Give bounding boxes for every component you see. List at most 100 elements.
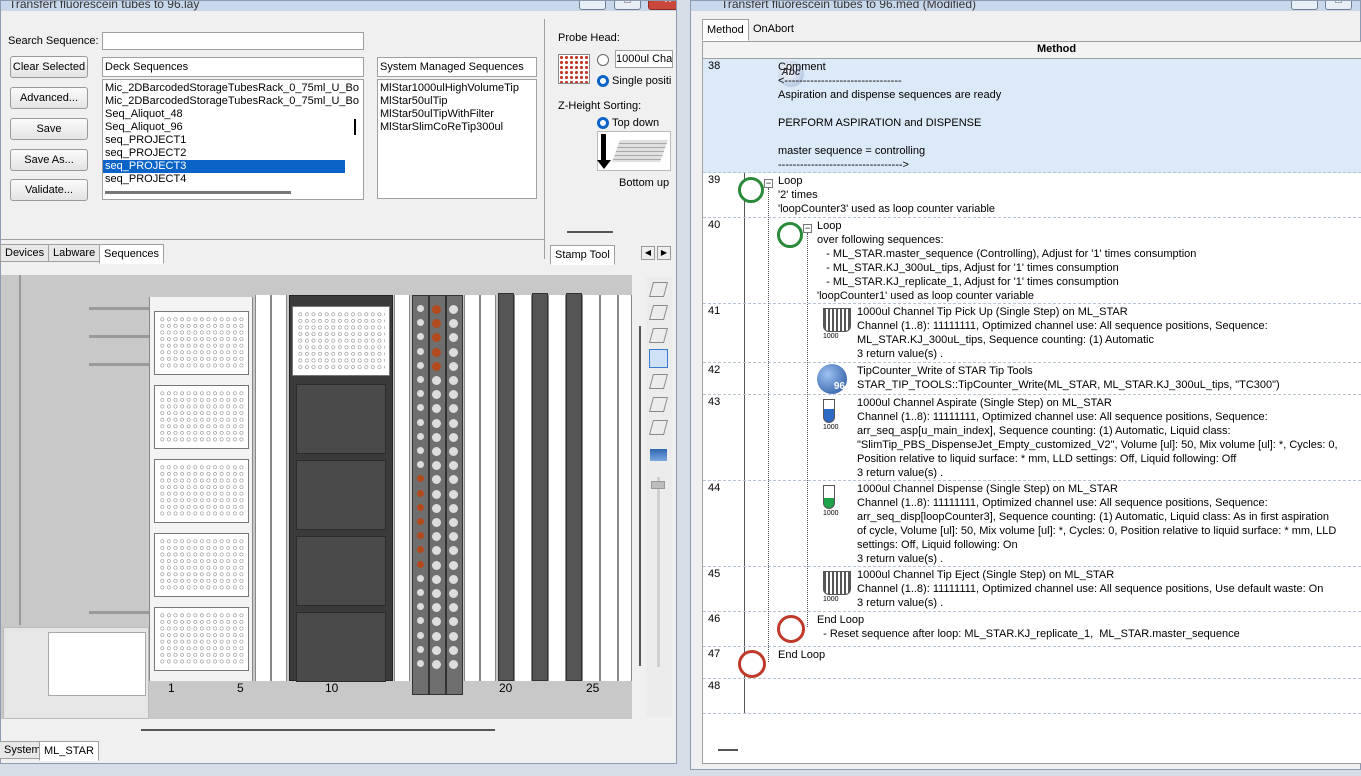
method-step-line: Aspiration and dispense sequences are re…	[778, 89, 1002, 101]
reagent-strip-2[interactable]	[532, 293, 548, 681]
clear-selected-button[interactable]: Clear Selected	[10, 56, 88, 78]
zoom-slider-thumb[interactable]	[651, 481, 665, 489]
deck-sequence-item[interactable]: seq_PROJECT3	[103, 160, 345, 173]
probe-radio-1[interactable]	[597, 54, 609, 66]
view-top-icon[interactable]	[649, 349, 668, 368]
tab-onabort[interactable]: OnAbort	[749, 21, 798, 39]
view-fit-icon[interactable]	[648, 420, 669, 435]
deck-sequence-item[interactable]: Mic_2DBarcodedStorageTubesRack_0_75ml_U_…	[103, 82, 363, 95]
plate-slot-4[interactable]	[154, 533, 249, 597]
method-step-row[interactable]: 46 End Loop - Reset sequence after loop: …	[703, 612, 1361, 647]
plate-slot-5[interactable]	[154, 607, 249, 671]
system-sequence-item[interactable]: MlStar50ulTip	[378, 95, 536, 108]
tip-rack-top	[292, 306, 390, 376]
deck-view[interactable]	[1, 275, 632, 719]
minimize-button[interactable]: —	[579, 1, 606, 10]
deck-list-vscroll[interactable]	[354, 119, 356, 135]
view-rotate-icon[interactable]	[648, 374, 669, 389]
tip-rack-slot-2[interactable]	[296, 384, 386, 454]
tube-icon	[417, 376, 424, 383]
layers-icon[interactable]	[650, 449, 667, 461]
reagent-strip-3[interactable]	[566, 293, 582, 681]
tip-eject-icon	[823, 571, 851, 595]
view-side-icon[interactable]	[648, 328, 669, 343]
method-step-row[interactable]: 39 Loop '2' times 'loopCounter3' used as lo…	[703, 173, 1361, 218]
deck-list-scrollbar[interactable]	[105, 191, 291, 194]
deck-scroll-bottom[interactable]	[141, 729, 495, 731]
probe-radio-2[interactable]	[597, 75, 609, 87]
maximize-button[interactable]: □	[614, 1, 641, 10]
layout-editor-window: Transfert fluorescein tubes to 96.lay — …	[0, 0, 677, 764]
tab-ml-star[interactable]: ML_STAR	[39, 741, 99, 761]
zheight-label: Z-Height Sorting:	[558, 100, 642, 112]
tube-icon	[417, 361, 424, 369]
deck-sequence-item[interactable]: seq_PROJECT1	[103, 134, 363, 147]
tab-method[interactable]: Method	[702, 19, 749, 41]
method-step-row[interactable]: 47 End Loop	[703, 647, 1361, 679]
zoom-slider-track[interactable]	[657, 477, 660, 667]
plate-slot-2[interactable]	[154, 385, 249, 449]
advanced-button[interactable]: Advanced...	[10, 87, 88, 109]
step-number: 45	[708, 568, 721, 580]
view-front-icon[interactable]	[648, 305, 669, 320]
plate-slot-3[interactable]	[154, 459, 249, 523]
method-step-row[interactable]: 40 Loop over following sequences: - ML_STA…	[703, 218, 1361, 304]
tube-icon	[432, 503, 441, 513]
tip-carrier[interactable]	[289, 295, 393, 682]
tab-scroll-right-icon[interactable]: ▶	[657, 246, 671, 260]
method-step-row[interactable]: 38 Abc Comment <---------------------------…	[703, 59, 1361, 173]
tab-sequences[interactable]: Sequences	[99, 244, 165, 264]
layout-window-titlebar: Transfert fluorescein tubes to 96.lay — …	[1, 1, 676, 11]
collapse-toggle-icon[interactable]: −	[803, 224, 812, 233]
tip-rack-slot-3[interactable]	[296, 460, 386, 530]
view-iso-icon[interactable]	[648, 282, 669, 297]
deck-sequences-list[interactable]: Mic_2DBarcodedStorageTubesRack_0_75ml_U_…	[102, 79, 364, 200]
method-minimize-button[interactable]: —	[1291, 1, 1318, 10]
method-step-row[interactable]: 44 1000 1000ul Channel Dispense (Single St…	[703, 481, 1361, 567]
tube-icon	[449, 447, 458, 456]
close-button[interactable]: ✕	[648, 1, 676, 10]
tab-devices[interactable]: Devices	[0, 244, 50, 262]
deck-sequence-item[interactable]: Mic_2DBarcodedStorageTubesRack_0_75ml_U_…	[103, 95, 363, 108]
reagent-strip-1[interactable]	[498, 293, 514, 681]
tab-scroll-left-icon[interactable]: ◀	[641, 246, 655, 260]
method-step-row[interactable]: 43 1000 1000ul Channel Aspirate (Single St…	[703, 395, 1361, 481]
system-sequences-list[interactable]: MlStar1000ulHighVolumeTip MlStar50ulTip Ml…	[377, 79, 537, 199]
method-step-line: Loop	[778, 175, 803, 187]
method-step-row[interactable]: 48	[703, 679, 1361, 714]
stamp-tool-scroll[interactable]	[567, 231, 613, 233]
method-step-line	[778, 130, 1001, 144]
deck-left-panel	[19, 275, 21, 625]
system-sequence-item[interactable]: MlStar50ulTipWithFilter	[378, 108, 536, 121]
deck-sequence-item[interactable]: Seq_Aliquot_48	[103, 108, 363, 121]
channel-select[interactable]	[615, 50, 673, 68]
system-sequence-item[interactable]: MlStarSlimCoReTip300ul	[378, 121, 536, 134]
tube-icon	[432, 347, 441, 357]
tube-icon	[449, 645, 458, 655]
tip-rack-slot-5[interactable]	[296, 612, 386, 682]
method-step-row[interactable]: 42 96 TipCounter_Write of STAR Tip Tools ST…	[703, 363, 1361, 395]
method-step-line: TipCounter_Write of STAR Tip Tools	[857, 365, 1033, 377]
method-step-line: - ML_STAR.KJ_300uL_tips, Adjust for '1' …	[817, 262, 1119, 274]
view-zoom-icon[interactable]	[648, 397, 669, 412]
deck-sequence-item[interactable]: seq_PROJECT2	[103, 147, 363, 160]
method-step-row[interactable]: 45 1000 1000ul Channel Tip Eject (Single S…	[703, 567, 1361, 612]
deck-sequence-item[interactable]: Seq_Aliquot_96	[103, 121, 363, 134]
deck-scroll-right[interactable]	[639, 326, 641, 666]
save-button[interactable]: Save	[10, 118, 88, 140]
topdown-radio[interactable]	[597, 117, 609, 129]
method-step-row[interactable]: 41 1000 1000ul Channel Tip Pick Up (Single…	[703, 304, 1361, 363]
tab-stamp-tool[interactable]: Stamp Tool	[550, 245, 615, 265]
plate-slot-1[interactable]	[154, 311, 249, 375]
tab-labware[interactable]: Labware	[48, 244, 101, 262]
deck-sequence-item[interactable]: seq_PROJECT4	[103, 173, 363, 186]
validate-button[interactable]: Validate...	[10, 179, 88, 201]
collapse-toggle-icon[interactable]: −	[764, 179, 773, 188]
search-input[interactable]	[102, 32, 364, 50]
tip-rack-slot-4[interactable]	[296, 536, 386, 606]
method-maximize-button[interactable]: □	[1325, 1, 1352, 10]
method-bottom-scroll[interactable]	[718, 749, 738, 751]
save-as-button[interactable]: Save As...	[10, 149, 88, 171]
deck-rail-line-1	[89, 307, 151, 310]
system-sequence-item[interactable]: MlStar1000ulHighVolumeTip	[378, 82, 536, 95]
